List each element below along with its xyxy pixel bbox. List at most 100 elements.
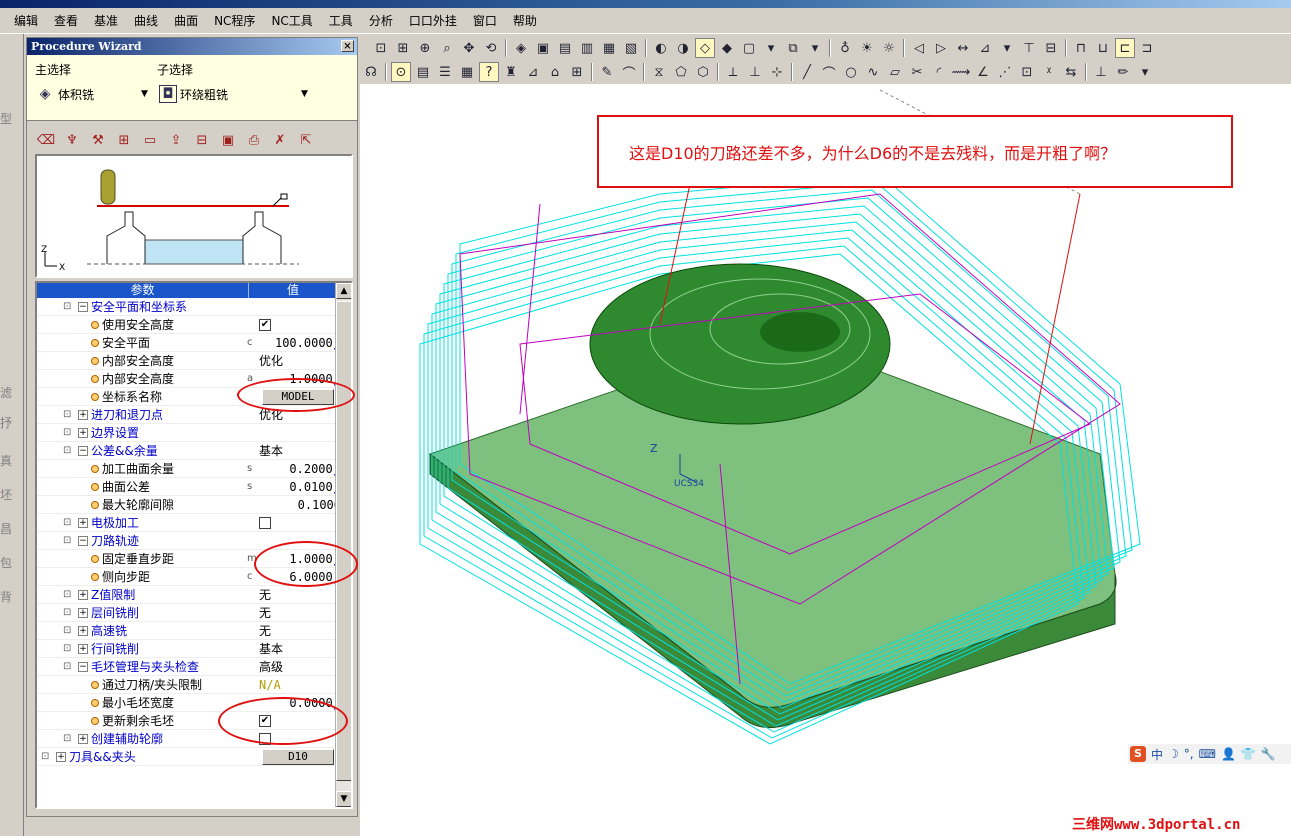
- expand-icon[interactable]: +: [56, 751, 66, 762]
- view-top-icon[interactable]: ▧: [621, 38, 641, 58]
- execute-icon[interactable]: ▭: [140, 130, 160, 150]
- param-row[interactable]: 最小毛坯宽度 0.0000ƒ: [37, 694, 351, 712]
- expand-icon[interactable]: +: [78, 427, 88, 438]
- tool-a-icon[interactable]: ☊: [361, 62, 381, 82]
- rotate-icon[interactable]: ⟲: [481, 38, 501, 58]
- display-mode-dropdown-icon[interactable]: ▾: [761, 38, 781, 58]
- param-checkbox[interactable]: ✔: [259, 318, 271, 331]
- surface-a-icon[interactable]: ⧖: [649, 62, 669, 82]
- forward-arrow-icon[interactable]: ▷: [931, 38, 951, 58]
- ime-chinese-mode-icon[interactable]: 中: [1151, 746, 1163, 763]
- param-group-row[interactable]: ⊡ + 电极加工: [37, 514, 351, 532]
- hidden-line-icon[interactable]: ◆: [717, 38, 737, 58]
- param-value-button[interactable]: MODEL: [262, 388, 334, 405]
- menu-item[interactable]: NC程序: [206, 9, 263, 33]
- param-group-row[interactable]: ⊡ + 高速铣 无: [37, 622, 351, 640]
- procedure-icon[interactable]: ⊙: [391, 62, 411, 82]
- view-iso-icon[interactable]: ◈: [511, 38, 531, 58]
- offset-icon[interactable]: ⟿: [951, 62, 971, 82]
- flip-icon[interactable]: ⇆: [1061, 62, 1081, 82]
- view-right-icon[interactable]: ▦: [599, 38, 619, 58]
- param-row[interactable]: 坐标系名称 MODEL: [37, 388, 351, 406]
- sub-select-dropdown[interactable]: ◘ 环绕粗铣 ▼: [159, 85, 308, 103]
- ime-punct-icon[interactable]: °,: [1184, 747, 1194, 761]
- param-value-cell[interactable]: 0.0000ƒ: [255, 696, 345, 710]
- params-icon[interactable]: ⊞: [114, 130, 134, 150]
- param-value-cell[interactable]: ✔: [255, 714, 345, 727]
- menu-item[interactable]: 曲线: [126, 9, 166, 33]
- bulb-off-icon[interactable]: ☼: [879, 38, 899, 58]
- expand-icon[interactable]: +: [78, 589, 88, 600]
- ime-skin-icon[interactable]: 👕: [1241, 747, 1256, 761]
- expand-icon[interactable]: +: [78, 517, 88, 528]
- param-row[interactable]: 使用安全高度 ✔: [37, 316, 351, 334]
- pan-icon[interactable]: ✥: [459, 38, 479, 58]
- expand-icon[interactable]: +: [78, 733, 88, 744]
- layer-icon[interactable]: ⧉: [783, 38, 803, 58]
- param-value-cell[interactable]: 6.0000ƒ: [255, 570, 345, 584]
- sheet-icon[interactable]: ▦: [457, 62, 477, 82]
- layer-dropdown-icon[interactable]: ▾: [805, 38, 825, 58]
- 3d-viewport[interactable]: Z UCS34: [360, 84, 1291, 836]
- menu-item[interactable]: 编辑: [6, 9, 46, 33]
- circle-icon[interactable]: ○: [841, 62, 861, 82]
- nc-1-icon[interactable]: ⊓: [1071, 38, 1091, 58]
- group-icon[interactable]: ⊟: [1041, 38, 1061, 58]
- param-value-cell[interactable]: 无: [255, 586, 345, 603]
- param-group-row[interactable]: ⊡ − 安全平面和坐标系: [37, 298, 351, 316]
- param-value-cell[interactable]: N/A: [255, 678, 345, 692]
- tool-holder-icon[interactable]: ⚒: [88, 130, 108, 150]
- expand-icon[interactable]: +: [78, 607, 88, 618]
- param-checkbox[interactable]: ✔: [259, 714, 271, 727]
- param-row[interactable]: 加工曲面余量 s0.2000ƒ: [37, 460, 351, 478]
- calc-icon[interactable]: ⊟: [192, 130, 212, 150]
- light-icon[interactable]: ♁: [835, 38, 855, 58]
- param-group-row[interactable]: ⊡ + 创建辅助轮廓: [37, 730, 351, 748]
- menu-item[interactable]: 基准: [86, 9, 126, 33]
- param-value-cell[interactable]: 无: [255, 622, 345, 639]
- shade-icon[interactable]: ◑: [673, 38, 693, 58]
- scroll-thumb[interactable]: [336, 301, 351, 781]
- bulb-on-icon[interactable]: ☀: [857, 38, 877, 58]
- curve-icon[interactable]: ⌒: [619, 62, 639, 82]
- expand-icon[interactable]: +: [78, 409, 88, 420]
- ime-logo-icon[interactable]: S: [1130, 746, 1146, 762]
- param-row[interactable]: 内部安全高度 a1.0000ƒ: [37, 370, 351, 388]
- delete-icon[interactable]: ✗: [270, 130, 290, 150]
- view-front-icon[interactable]: ▣: [533, 38, 553, 58]
- chevron-down-icon[interactable]: ▼: [141, 89, 148, 99]
- table-icon[interactable]: ▤: [413, 62, 433, 82]
- param-value-cell[interactable]: 优化: [255, 406, 345, 423]
- box-icon[interactable]: ⊡: [1017, 62, 1037, 82]
- edit-icon[interactable]: ✎: [597, 62, 617, 82]
- collapse-icon[interactable]: −: [78, 301, 88, 312]
- axis-b-icon[interactable]: ⊥: [745, 62, 765, 82]
- tool-icon[interactable]: ♆: [62, 130, 82, 150]
- param-value-cell[interactable]: D10: [255, 748, 345, 765]
- param-value-cell[interactable]: 1.0000ƒ: [255, 552, 345, 566]
- eraser-icon[interactable]: ⌫: [36, 130, 56, 150]
- scroll-up-icon[interactable]: ▲: [336, 283, 351, 299]
- list-icon[interactable]: ☰: [435, 62, 455, 82]
- tool-c-icon[interactable]: ⊿: [523, 62, 543, 82]
- param-value-cell[interactable]: 1.0000ƒ: [255, 372, 345, 386]
- menu-item[interactable]: 窗口: [465, 9, 505, 33]
- fillet-icon[interactable]: ◜: [929, 62, 949, 82]
- tool-e-icon[interactable]: ⊞: [567, 62, 587, 82]
- cursor-icon[interactable]: ⇱: [296, 130, 316, 150]
- menu-item[interactable]: 帮助: [505, 9, 545, 33]
- zoom-window-icon[interactable]: ⊞: [393, 38, 413, 58]
- param-value-cell[interactable]: 基本: [255, 442, 345, 459]
- param-checkbox[interactable]: [259, 732, 271, 745]
- spline-icon[interactable]: ∿: [863, 62, 883, 82]
- collapse-icon[interactable]: −: [78, 535, 88, 546]
- menu-item[interactable]: 工具: [321, 9, 361, 33]
- report-icon[interactable]: ⎙: [244, 130, 264, 150]
- axis-c-icon[interactable]: ⊹: [767, 62, 787, 82]
- zoom-all-icon[interactable]: ⊡: [371, 38, 391, 58]
- measure-dropdown-icon[interactable]: ▾: [997, 38, 1017, 58]
- close-button[interactable]: ×: [341, 40, 354, 52]
- view-left-icon[interactable]: ▥: [577, 38, 597, 58]
- main-select-dropdown[interactable]: ◈ 体积铣 ▼: [35, 85, 148, 103]
- param-row[interactable]: 内部安全高度 优化: [37, 352, 351, 370]
